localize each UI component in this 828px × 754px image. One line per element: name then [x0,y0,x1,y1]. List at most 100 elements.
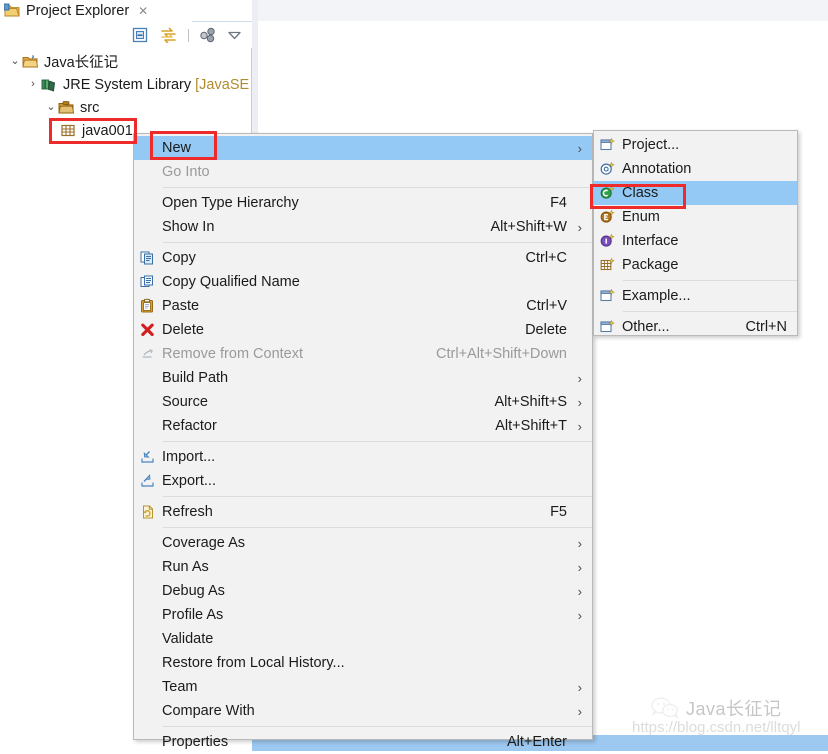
new-enum-icon [599,209,616,226]
tree-node-project[interactable]: ⌄ Java长征记 [0,50,251,73]
menu-item-label: Copy [162,250,196,266]
menu-item-import[interactable]: Import... › [134,445,592,469]
context-menu[interactable]: New › Go Into › Open Type Hierarchy F4 ›… [133,133,593,750]
menu-item-label: Refresh [162,504,213,520]
submenu-arrow-icon: › [577,583,582,599]
submenu-item-other[interactable]: Other... Ctrl+N [594,315,797,339]
wechat-icon [650,696,680,720]
tree-node-label: Java长征记 [44,55,119,71]
submenu-arrow-icon: › [577,559,582,575]
menu-item-team[interactable]: Team › [134,675,592,699]
menu-item-label: Delete [162,322,204,338]
import-icon [139,449,156,466]
link-with-editor-icon[interactable] [159,27,178,43]
menu-separator [162,187,592,188]
twisty-collapsed-icon[interactable]: › [26,79,40,90]
submenu-item-class[interactable]: Class [594,181,797,205]
menu-separator [162,441,592,442]
chevron-down-icon[interactable] [227,29,242,41]
menu-item-debug-as[interactable]: Debug As › [134,579,592,603]
menu-item-label: Paste [162,298,200,314]
menu-item-source[interactable]: Source Alt+Shift+S › [134,390,592,414]
tree-node-jre-library[interactable]: › JRE System Library [JavaSE [0,73,251,96]
project-explorer-icon [4,3,21,19]
submenu-item-label: Other... [622,319,670,335]
close-icon[interactable]: ✕ [138,4,148,18]
refresh-icon [139,504,156,521]
menu-item-build-path[interactable]: Build Path › [134,366,592,390]
new-class-icon [599,185,616,202]
submenu-separator [622,311,797,312]
view-toolbar [0,22,252,48]
copy-qualified-name-icon [139,274,156,291]
menu-item-open-type-hierarchy[interactable]: Open Type Hierarchy F4 › [134,191,592,215]
view-tab-title: Project Explorer [26,2,130,19]
menu-item-remove-from-context[interactable]: Remove from Context Ctrl+Alt+Shift+Down … [134,342,592,366]
editor-tab-strip [258,0,828,21]
submenu-item-label: Class [622,185,659,201]
menu-item-restore-from-local-history[interactable]: Restore from Local History... › [134,651,592,675]
submenu-arrow-icon: › [577,703,582,719]
menu-item-new[interactable]: New › [134,136,592,160]
twisty-expanded-icon[interactable]: ⌄ [8,56,22,67]
submenu-item-annotation[interactable]: Annotation [594,157,797,181]
submenu-arrow-icon: › [577,140,582,156]
menu-item-label: Remove from Context [162,346,304,362]
submenu-item-example[interactable]: Example... [594,284,797,308]
submenu-item-project[interactable]: Project... [594,133,797,157]
submenu-arrow-icon: › [577,607,582,623]
tree-node-label: src [80,99,100,116]
submenu-separator [622,280,797,281]
submenu-item-label: Interface [622,233,679,249]
watermark-brand: Java长征记 [650,695,782,721]
menu-item-label: Refactor [162,418,217,434]
java-project-icon [22,54,39,69]
menu-item-label: New [162,140,192,156]
new-example-icon [599,288,616,305]
menu-item-go-into[interactable]: Go Into › [134,160,592,184]
menu-item-paste[interactable]: Paste Ctrl+V › [134,294,592,318]
menu-item-accel: Ctrl+C [525,250,568,266]
menu-item-copy[interactable]: Copy Ctrl+C › [134,246,592,270]
submenu-item-interface[interactable]: Interface [594,229,797,253]
jre-library-icon [40,77,58,92]
tree-node-src[interactable]: ⌄ src [0,96,251,119]
menu-item-refactor[interactable]: Refactor Alt+Shift+T › [134,414,592,438]
menu-separator [162,496,592,497]
menu-item-coverage-as[interactable]: Coverage As › [134,531,592,555]
menu-item-show-in[interactable]: Show In Alt+Shift+W › [134,215,592,239]
menu-item-delete[interactable]: Delete Delete › [134,318,592,342]
submenu-item-package[interactable]: Package [594,253,797,277]
menu-item-compare-with[interactable]: Compare With › [134,699,592,723]
paste-icon [139,298,156,315]
submenu-item-label: Enum [622,209,660,225]
menu-item-label: Profile As [162,607,224,623]
submenu-arrow-icon: › [577,679,582,695]
menu-item-accel: Alt+Shift+W [490,219,567,235]
menu-item-refresh[interactable]: Refresh F5 › [134,500,592,524]
menu-item-label: Validate [162,631,214,647]
delete-icon [139,322,156,339]
submenu-arrow-icon: › [577,370,582,386]
view-menu-filters-icon[interactable] [199,27,217,43]
submenu-arrow-icon: › [577,535,582,551]
menu-item-run-as[interactable]: Run As › [134,555,592,579]
menu-item-validate[interactable]: Validate › [134,627,592,651]
submenu-item-enum[interactable]: Enum [594,205,797,229]
menu-item-properties[interactable]: Properties Alt+Enter › [134,730,592,754]
new-submenu[interactable]: Project... Annotation Class Enum Interfa… [593,130,798,336]
menu-item-accel: Alt+Shift+S [494,394,567,410]
twisty-expanded-icon[interactable]: ⌄ [44,102,58,113]
new-interface-icon [599,233,616,250]
menu-item-export[interactable]: Export... › [134,469,592,493]
menu-item-copy-qualified-name[interactable]: Copy Qualified Name › [134,270,592,294]
menu-item-label: Source [162,394,208,410]
menu-item-label: Export... [162,473,216,489]
collapse-all-icon[interactable] [132,27,149,43]
menu-item-accel: F4 [550,195,567,211]
menu-item-label: Run As [162,559,209,575]
menu-item-profile-as[interactable]: Profile As › [134,603,592,627]
tab-project-explorer[interactable]: Project Explorer ✕ [0,0,157,21]
menu-item-label: Debug As [162,583,225,599]
new-project-icon [599,137,616,154]
